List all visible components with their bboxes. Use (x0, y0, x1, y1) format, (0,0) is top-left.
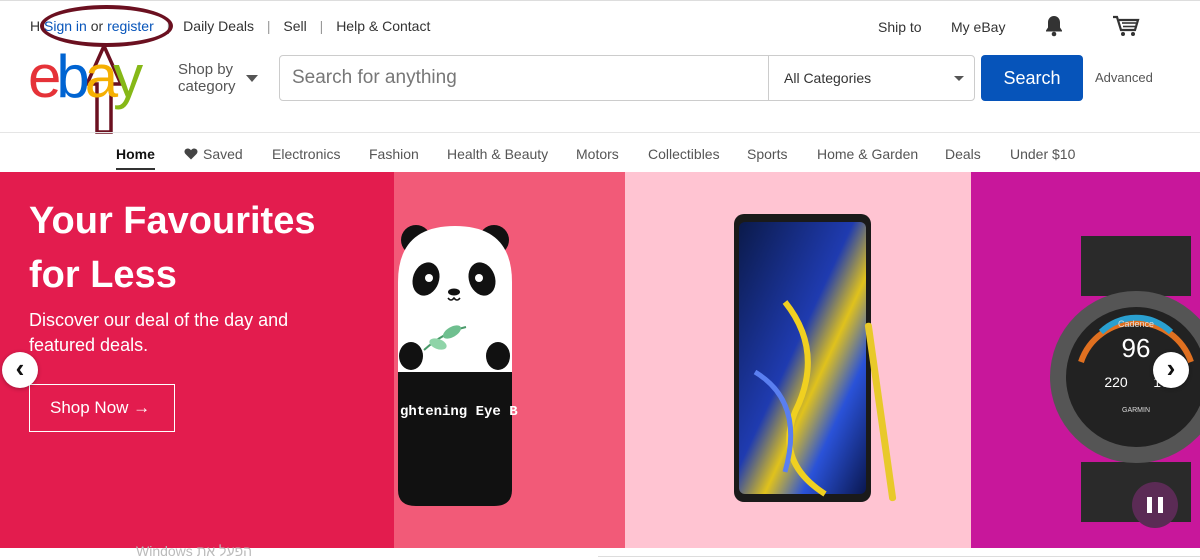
nav-item-saved[interactable]: Saved (184, 146, 243, 162)
category-nav: Home Saved Electronics Fashion Health & … (0, 132, 1200, 172)
active-tab-underline (116, 168, 155, 170)
hero-title-line1: Your Favourites (29, 200, 316, 242)
nav-item-motors[interactable]: Motors (576, 146, 619, 162)
hero-panel-electronics[interactable] (625, 172, 971, 548)
nav-item-electronics[interactable]: Electronics (272, 146, 340, 162)
nav-item-home-garden[interactable]: Home & Garden (817, 146, 918, 162)
hero-title-line2: for Less (29, 254, 177, 296)
hero-text-panel: Your Favourites for Less Discover our de… (0, 172, 394, 548)
category-text: category (178, 78, 236, 95)
ebay-logo[interactable]: ebay (28, 43, 162, 110)
smartphone-image (734, 214, 897, 502)
search-input[interactable] (280, 56, 768, 100)
saved-label: Saved (203, 146, 243, 162)
search-button[interactable]: Search (981, 55, 1083, 101)
heart-icon (184, 148, 198, 160)
greeting: H (30, 18, 41, 34)
daily-deals-link[interactable]: Daily Deals (183, 18, 254, 34)
logo-letter-a: a (84, 43, 118, 110)
divider (768, 56, 769, 100)
shop-by-category-button[interactable]: Shop by category (178, 61, 236, 95)
shop-by-text: Shop by (178, 61, 234, 78)
annotation-oval (40, 5, 173, 47)
category-select[interactable]: All Categories (784, 70, 871, 86)
hero-carousel: Your Favourites for Less Discover our de… (0, 172, 1200, 548)
carousel-pause-button[interactable] (1132, 482, 1178, 528)
shop-now-button[interactable]: Shop Now → (29, 384, 175, 432)
nav-item-sports[interactable]: Sports (747, 146, 787, 162)
caret-down-icon (954, 76, 964, 81)
ship-to-link[interactable]: Ship to (878, 19, 922, 35)
carousel-next-button[interactable]: › (1153, 352, 1189, 388)
pause-icon-bar (1147, 497, 1152, 513)
hero-title: Your Favourites for Less (29, 194, 389, 302)
bell-icon[interactable] (1044, 15, 1064, 40)
logo-letter-b: b (56, 43, 89, 110)
nav-item-health-beauty[interactable]: Health & Beauty (447, 146, 548, 162)
hero-subtitle: Discover our deal of the day and feature… (29, 310, 289, 355)
help-contact-link[interactable]: Help & Contact (336, 18, 430, 34)
caret-down-icon (246, 75, 258, 82)
nav-item-collectibles[interactable]: Collectibles (648, 146, 720, 162)
logo-letter-e: e (28, 43, 61, 110)
divider: | (319, 18, 324, 34)
cart-icon[interactable] (1112, 14, 1140, 41)
nav-item-under-10[interactable]: Under $10 (1010, 146, 1075, 162)
watch-label: Cadence (1118, 319, 1154, 329)
watch-left-value: 220 (1104, 374, 1128, 390)
watch-value: 96 (1122, 333, 1151, 363)
search-box: All Categories (279, 55, 975, 101)
hero-panel-beauty[interactable]: ghtening Eye B (394, 172, 625, 548)
logo-letter-y: y (113, 43, 143, 110)
nav-item-deals[interactable]: Deals (945, 146, 981, 162)
nav-item-fashion[interactable]: Fashion (369, 146, 419, 162)
panda-product-image: ghtening Eye B (398, 225, 518, 506)
carousel-prev-button[interactable]: ‹ (2, 352, 38, 388)
top-utility-bar: H Sign in or register | Daily Deals | Se… (0, 0, 1200, 48)
sell-link[interactable]: Sell (283, 18, 306, 34)
my-ebay-link[interactable]: My eBay (951, 19, 1005, 35)
advanced-search-link[interactable]: Advanced (1095, 70, 1153, 85)
watch-brand: GARMIN (1122, 407, 1150, 414)
divider: | (266, 18, 271, 34)
product-label-text: ghtening Eye B (400, 404, 518, 420)
pause-icon-bar (1158, 497, 1163, 513)
divider (598, 556, 1200, 557)
nav-item-home[interactable]: Home (116, 146, 155, 162)
os-watermark: Windows הפעל את (136, 543, 253, 559)
